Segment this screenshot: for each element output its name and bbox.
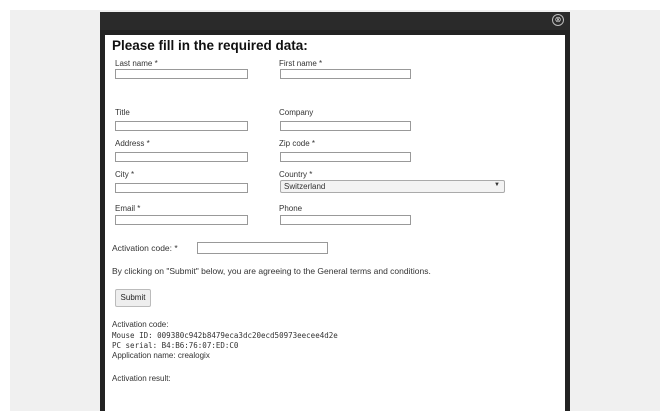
activation-code-input[interactable]	[197, 242, 328, 254]
application-name-text: Application name: crealogix	[112, 351, 210, 360]
last-name-input[interactable]	[115, 69, 248, 79]
terms-consent-text: By clicking on "Submit" below, you are a…	[112, 266, 431, 276]
company-label: Company	[279, 108, 314, 117]
activation-code-label: Activation code: *	[112, 243, 178, 253]
email-input[interactable]	[115, 215, 248, 225]
city-label: City *	[115, 170, 135, 179]
dialog-heading: Please fill in the required data:	[112, 38, 308, 53]
company-input[interactable]	[280, 121, 411, 131]
country-select-value: Switzerland	[284, 182, 326, 191]
dialog-titlebar: ⊗	[100, 12, 570, 30]
title-input[interactable]	[115, 121, 248, 131]
city-input[interactable]	[115, 183, 248, 193]
country-label: Country *	[279, 170, 313, 179]
address-label: Address *	[115, 139, 150, 148]
phone-input[interactable]	[280, 215, 411, 225]
zip-code-label: Zip code *	[279, 139, 316, 148]
mouse-id-text: Mouse ID: 009380c942b8479eca3dc20ecd5097…	[112, 331, 338, 340]
first-name-input[interactable]	[280, 69, 411, 79]
chevron-down-icon: ▼	[494, 182, 500, 188]
address-input[interactable]	[115, 152, 248, 162]
submit-button[interactable]: Submit	[115, 289, 151, 307]
close-icon[interactable]: ⊗	[552, 14, 564, 26]
dialog-content: Please fill in the required data: Last n…	[105, 35, 565, 411]
phone-label: Phone	[279, 204, 303, 213]
country-select[interactable]: Switzerland ▼	[280, 180, 505, 193]
last-name-label: Last name *	[115, 59, 158, 68]
pc-serial-text: PC serial: B4:B6:76:07:ED:C0	[112, 341, 239, 350]
email-label: Email *	[115, 204, 141, 213]
activation-result-label: Activation result:	[112, 374, 171, 383]
zip-code-input[interactable]	[280, 152, 411, 162]
activation-code-info-label: Activation code:	[112, 320, 169, 329]
registration-dialog: ⊗ Please fill in the required data: Last…	[100, 12, 570, 411]
first-name-label: First name *	[279, 59, 323, 68]
title-label: Title	[115, 108, 130, 117]
